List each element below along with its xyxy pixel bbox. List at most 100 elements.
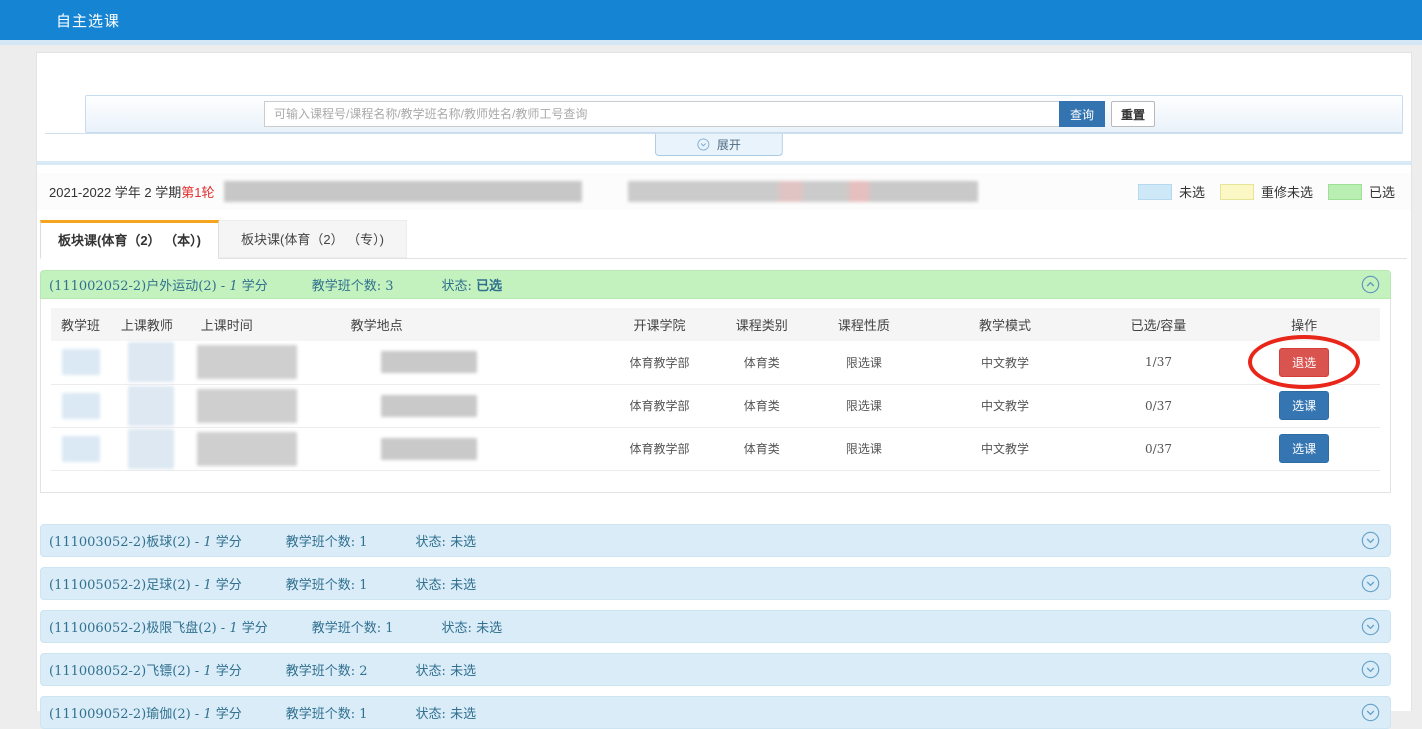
cell-category: 体育类 — [717, 384, 807, 427]
cell-mode: 中文教学 — [921, 427, 1088, 470]
course-status: 状态: 未选 — [442, 617, 503, 636]
expand-toggle[interactable]: 展开 — [655, 134, 783, 156]
redacted-class-name — [62, 349, 100, 375]
main-panel: 查询 重置 展开 2021-2022 学年 2 学期第1轮 未选 重修未选 — [36, 52, 1412, 711]
redacted-student-info — [224, 181, 582, 202]
cell-mode: 中文教学 — [921, 384, 1088, 427]
select-course-button[interactable]: 选课 — [1279, 391, 1329, 420]
course-status: 状态: 未选 — [416, 574, 477, 593]
status-legend: 未选 重修未选 已选 — [1138, 182, 1395, 201]
course-class-count: 教学班个数: 3 — [312, 275, 394, 294]
cell-nature: 限选课 — [807, 384, 922, 427]
cell-nature: 限选课 — [807, 427, 922, 470]
cell-mode: 中文教学 — [921, 341, 1088, 384]
course-title: (111008052-2)飞镖(2) - 1 学分 — [49, 660, 242, 679]
cell-capacity: 0/37 — [1089, 427, 1229, 470]
chevron-up-circle-icon[interactable] — [1361, 275, 1380, 294]
col-header-category: 课程类别 — [717, 308, 807, 341]
course-status: 状态: 未选 — [416, 660, 477, 679]
chevron-down-circle-icon[interactable] — [1361, 574, 1380, 593]
chevron-down-circle-icon[interactable] — [1361, 531, 1380, 550]
legend-label-unselected: 未选 — [1179, 182, 1205, 201]
navbar-accent-strip — [0, 40, 1422, 45]
table-header-row: 教学班 上课教师 上课时间 教学地点 开课学院 课程类别 课程性质 教学模式 已… — [51, 308, 1380, 341]
legend-label-selected: 已选 — [1369, 182, 1395, 201]
page-title: 自主选课 — [56, 10, 120, 31]
col-header-capacity: 已选/容量 — [1089, 308, 1229, 341]
table-row: 体育教学部 体育类 限选课 中文教学 1/37 退选 — [51, 341, 1380, 384]
expand-row: 展开 — [45, 133, 1403, 159]
select-course-button[interactable]: 选课 — [1279, 434, 1329, 463]
col-header-action: 操作 — [1228, 308, 1380, 341]
redacted-class-location — [381, 351, 477, 373]
search-bar: 查询 重置 — [85, 95, 1403, 133]
redacted-class-location — [381, 438, 477, 460]
course-class-count: 教学班个数: 1 — [286, 574, 368, 593]
table-row: 体育教学部 体育类 限选课 中文教学 0/37 选课 — [51, 384, 1380, 427]
search-input[interactable] — [264, 101, 1059, 127]
course-title: (111003052-2)板球(2) - 1 学分 — [49, 531, 242, 550]
cell-college: 体育教学部 — [602, 427, 717, 470]
course-status: 状态: 已选 — [442, 275, 503, 294]
course-title: (111002052-2)户外运动(2) - 1 学分 — [49, 275, 268, 294]
course-class-count: 教学班个数: 1 — [312, 617, 394, 636]
round-label: 第1轮 — [181, 185, 214, 200]
classes-table: 教学班 上课教师 上课时间 教学地点 开课学院 课程类别 课程性质 教学模式 已… — [51, 308, 1380, 471]
drop-course-button[interactable]: 退选 — [1279, 348, 1329, 377]
course-header-cricket[interactable]: (111003052-2)板球(2) - 1 学分 教学班个数: 1 状态: 未… — [40, 524, 1391, 557]
expand-label: 展开 — [717, 136, 741, 153]
legend-item-retake: 重修未选 — [1220, 182, 1313, 201]
table-row: 体育教学部 体育类 限选课 中文教学 0/37 选课 — [51, 427, 1380, 470]
chevron-down-circle-icon[interactable] — [1361, 660, 1380, 679]
course-class-count: 教学班个数: 2 — [286, 660, 368, 679]
course-header-outdoor-sports[interactable]: (111002052-2)户外运动(2) - 1 学分 教学班个数: 3 状态:… — [40, 270, 1391, 299]
redacted-class-time — [197, 345, 297, 379]
course-header-yoga[interactable]: (111009052-2)瑜伽(2) - 1 学分 教学班个数: 1 状态: 未… — [40, 696, 1391, 729]
divider-strip — [37, 161, 1411, 165]
cell-college: 体育教学部 — [602, 341, 717, 384]
cell-category: 体育类 — [717, 341, 807, 384]
course-class-count: 教学班个数: 1 — [286, 531, 368, 550]
category-tabs: 板块课(体育（2） （本）) 板块课(体育（2） （专）) — [40, 220, 1407, 259]
spacer — [40, 493, 1391, 514]
cell-capacity: 1/37 — [1089, 341, 1229, 384]
col-header-mode: 教学模式 — [921, 308, 1088, 341]
course-header-darts[interactable]: (111008052-2)飞镖(2) - 1 学分 教学班个数: 2 状态: 未… — [40, 653, 1391, 686]
redacted-class-name — [62, 393, 100, 419]
legend-swatch-retake — [1220, 184, 1254, 200]
course-status: 状态: 未选 — [416, 703, 477, 722]
legend-swatch-selected — [1328, 184, 1362, 200]
chevron-down-circle-icon — [697, 138, 710, 151]
course-header-ultimate-frisbee[interactable]: (111006052-2)极限飞盘(2) - 1 学分 教学班个数: 1 状态:… — [40, 610, 1391, 643]
col-header-location: 教学地点 — [341, 308, 603, 341]
chevron-down-circle-icon[interactable] — [1361, 703, 1380, 722]
course-header-football[interactable]: (111005052-2)足球(2) - 1 学分 教学班个数: 1 状态: 未… — [40, 567, 1391, 600]
redacted-teacher-name — [128, 342, 174, 382]
col-header-time: 上课时间 — [191, 308, 341, 341]
tab-pe-vocational[interactable]: 板块课(体育（2） （专）) — [219, 220, 407, 258]
redacted-student-info-2 — [628, 181, 978, 202]
course-title: (111009052-2)瑜伽(2) - 1 学分 — [49, 703, 242, 722]
redacted-teacher-name — [128, 386, 174, 426]
course-class-count: 教学班个数: 1 — [286, 703, 368, 722]
cell-college: 体育教学部 — [602, 384, 717, 427]
cell-category: 体育类 — [717, 427, 807, 470]
course-title: (111005052-2)足球(2) - 1 学分 — [49, 574, 242, 593]
reset-button[interactable]: 重置 — [1111, 101, 1155, 127]
col-header-teacher: 上课教师 — [111, 308, 191, 341]
redacted-class-time — [197, 389, 297, 423]
legend-item-selected: 已选 — [1328, 182, 1395, 201]
cell-nature: 限选课 — [807, 341, 922, 384]
legend-swatch-unselected — [1138, 184, 1172, 200]
chevron-down-circle-icon[interactable] — [1361, 617, 1380, 636]
course-panel-list: (111002052-2)户外运动(2) - 1 学分 教学班个数: 3 状态:… — [40, 270, 1391, 729]
query-button[interactable]: 查询 — [1059, 101, 1105, 127]
redacted-teacher-name — [128, 429, 174, 469]
tab-pe-undergraduate[interactable]: 板块课(体育（2） （本）) — [40, 220, 219, 259]
course-title: (111006052-2)极限飞盘(2) - 1 学分 — [49, 617, 268, 636]
cell-capacity: 0/37 — [1089, 384, 1229, 427]
redacted-class-name — [62, 436, 100, 462]
redacted-class-time — [197, 432, 297, 466]
legend-item-unselected: 未选 — [1138, 182, 1205, 201]
top-navbar: 自主选课 — [0, 0, 1422, 40]
